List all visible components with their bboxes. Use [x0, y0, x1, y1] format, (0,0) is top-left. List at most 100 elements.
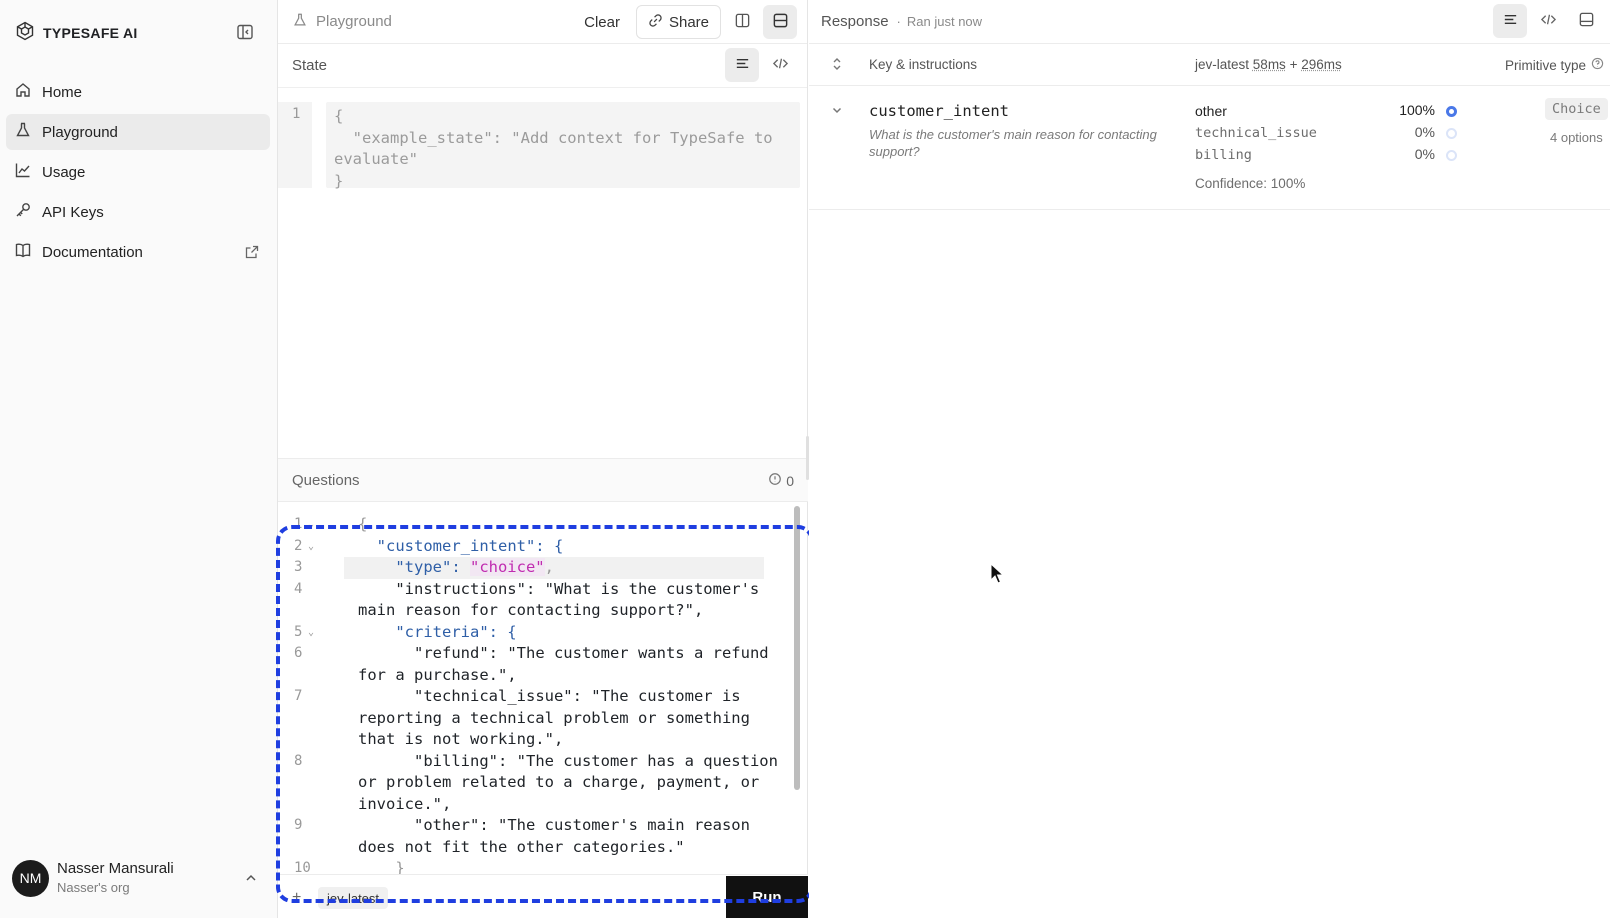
response-toolbar: Response · Ran just now: [809, 0, 1610, 44]
book-icon: [14, 241, 32, 263]
code-icon: [1540, 11, 1557, 32]
sidebar-item-api-keys[interactable]: API Keys: [6, 194, 270, 230]
sidebar-nav: Home Playground Usage API Keys Documenta…: [6, 74, 270, 274]
response-code-view-button[interactable]: [1531, 4, 1565, 38]
type-chip: Choice: [1545, 98, 1608, 120]
playground-toolbar: Playground Clear Share: [278, 0, 807, 44]
chevron-up-icon: [244, 871, 258, 885]
scrollbar-thumb[interactable]: [794, 506, 800, 790]
align-left-icon: [1502, 11, 1519, 32]
type-value: "choice": [469, 558, 545, 576]
sidebar: TYPESAFE AI Home Playground Usage API Ke…: [0, 0, 278, 918]
fold-chevron-icon[interactable]: ⌄: [308, 622, 314, 644]
chevron-down-icon[interactable]: [831, 104, 843, 116]
option-percent: 0%: [1414, 124, 1435, 140]
share-label: Share: [668, 13, 709, 31]
sidebar-item-usage[interactable]: Usage: [6, 154, 270, 190]
response-row[interactable]: customer_intent What is the customer's m…: [809, 86, 1610, 210]
columns-icon: [734, 12, 751, 33]
brand[interactable]: TYPESAFE AI: [15, 21, 138, 44]
sidebar-item-label: Usage: [42, 163, 86, 181]
link-icon: [648, 13, 663, 32]
external-link-icon: [244, 244, 260, 260]
layout-rows-button[interactable]: [763, 5, 797, 39]
state-header: State: [278, 44, 807, 88]
state-code-view-button[interactable]: [763, 48, 797, 82]
column-key-label: Key & instructions: [869, 57, 978, 72]
avatar: NM: [12, 859, 49, 897]
share-button[interactable]: Share: [635, 5, 721, 39]
sidebar-item-label: API Keys: [42, 203, 104, 221]
fold-chevron-icon[interactable]: ⌄: [308, 536, 314, 558]
state-text-view-button[interactable]: [725, 48, 759, 82]
code-line: 2 ⌄ "customer_intent": {: [278, 536, 798, 558]
playground-panel: Playground Clear Share State 1 {"exampl…: [278, 0, 808, 918]
selected-ring-icon: [1446, 106, 1457, 117]
code-text: "other": "The customer's main reason doe…: [358, 816, 750, 856]
questions-scrollbar[interactable]: [792, 504, 802, 874]
code-text: "type": "choice",: [358, 558, 554, 576]
code-text: "instructions": "What is the customer's …: [358, 579, 760, 620]
column-type-text: Primitive type: [1505, 57, 1587, 73]
line-number: 10: [294, 860, 311, 874]
help-circle-icon[interactable]: [1591, 57, 1604, 73]
code-line: 1 ⌄ {: [278, 514, 798, 536]
chart-line-icon: [14, 161, 32, 183]
option-name: technical_issue: [1195, 125, 1317, 141]
code-text: "billing": "The customer has a question …: [358, 751, 778, 813]
code-line: 5 ⌄ "criteria": {: [278, 622, 798, 644]
option-row: technical_issue 0%: [1195, 124, 1465, 146]
user-menu[interactable]: NM Nasser Mansurali Nasser's org: [12, 858, 262, 898]
sidebar-item-home[interactable]: Home: [6, 74, 270, 110]
run-button[interactable]: Run: [726, 876, 808, 918]
state-title: State: [292, 57, 328, 74]
add-model-button[interactable]: +: [292, 889, 301, 907]
line-number: 4: [294, 580, 303, 597]
code-line: 6 "refund": "The customer wants a refund…: [278, 643, 798, 686]
rows-icon: [772, 12, 789, 33]
fold-chevron-icon[interactable]: ⌄: [308, 514, 314, 536]
response-key: customer_intent: [869, 102, 1009, 120]
user-org: Nasser's org: [57, 880, 130, 895]
code-text: "technical_issue": "The customer is repo…: [358, 687, 750, 748]
column-type-label: Primitive type: [1505, 57, 1604, 73]
model-chip[interactable]: jev-latest: [318, 887, 389, 909]
page-title: Playground: [316, 13, 392, 30]
sidebar-item-label: Playground: [42, 123, 118, 141]
user-name: Nasser Mansurali: [57, 860, 174, 877]
sort-icon[interactable]: [831, 57, 843, 71]
sidebar-item-playground[interactable]: Playground: [6, 114, 270, 150]
code-text: "criteria": {: [358, 622, 517, 641]
response-layout-button[interactable]: [1569, 4, 1603, 38]
panel-resize-handle[interactable]: [806, 436, 809, 480]
sidebar-collapse-button[interactable]: [234, 23, 256, 45]
state-code[interactable]: { "example_state": "Add context for Type…: [326, 102, 800, 190]
line-number: 1: [294, 516, 303, 532]
line-number: 8: [294, 752, 303, 769]
state-editor[interactable]: 1 { "example_state": "Add context for Ty…: [278, 98, 808, 190]
flask-icon: [14, 121, 32, 143]
response-title: Response: [821, 13, 889, 30]
code-text: }: [358, 859, 405, 874]
sidebar-item-label: Documentation: [42, 243, 143, 261]
questions-header: Questions 0: [278, 458, 808, 502]
latency-second: 296ms: [1301, 57, 1342, 72]
flask-icon: [292, 12, 308, 32]
ring-icon: [1446, 128, 1457, 139]
line-number: 2: [294, 537, 303, 554]
code-icon: [772, 55, 789, 76]
model-name: jev-latest: [1195, 57, 1250, 72]
issue-count[interactable]: 0: [768, 472, 794, 489]
option-row: billing 0%: [1195, 146, 1465, 168]
home-icon: [14, 81, 32, 103]
questions-editor[interactable]: 1 ⌄ { 2 ⌄ "customer_intent": { 3 "type":…: [278, 514, 798, 874]
clear-button[interactable]: Clear: [572, 5, 632, 39]
response-text-view-button[interactable]: [1493, 4, 1527, 38]
line-number: 3: [294, 559, 303, 575]
option-percent: 0%: [1414, 146, 1435, 162]
layout-columns-button[interactable]: [725, 5, 759, 39]
questions-title: Questions: [292, 471, 360, 489]
option-name: other: [1195, 103, 1227, 119]
sidebar-item-label: Home: [42, 83, 83, 101]
sidebar-item-documentation[interactable]: Documentation: [6, 234, 270, 270]
